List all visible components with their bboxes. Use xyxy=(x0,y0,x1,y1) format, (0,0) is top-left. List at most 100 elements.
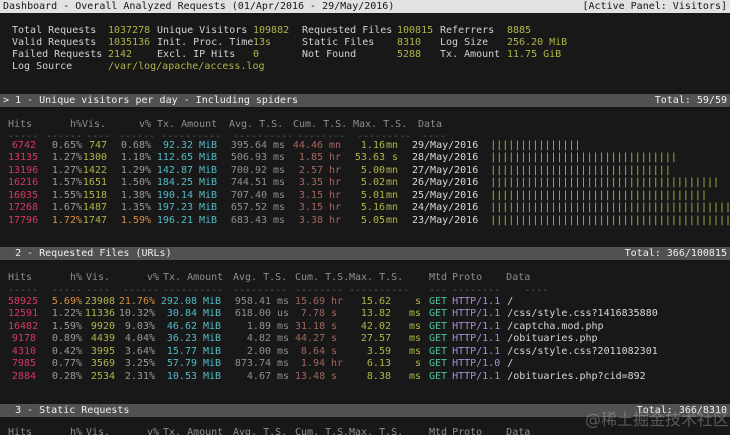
col-method: Mtd xyxy=(429,272,447,284)
hits-percent: 0.42% xyxy=(36,346,82,358)
max-ts-unit: ms xyxy=(391,346,421,358)
dashboard-title: Dashboard - Overall Analyzed Requests (0… xyxy=(3,0,394,13)
requested-files-table-row[interactable]: 7985 0.77% 3569 3.25% 57.79 MiB 873.74 m… xyxy=(0,358,730,370)
avg-ts-value: 506.93 xyxy=(223,152,267,164)
visitors-table-row[interactable]: 13196 1.27% 1422 1.29% 142.87 MiB 700.92… xyxy=(0,165,730,177)
summary-value: 109882 xyxy=(253,25,302,37)
hits-value: 17796 xyxy=(8,215,36,227)
hits-percent: 5.69% xyxy=(36,296,82,308)
date-value: 25/May/2016 xyxy=(412,190,478,202)
visitors-table-row[interactable]: 17796 1.72% 1747 1.59% 196.21 MiB 683.43… xyxy=(0,215,730,227)
col-max-ts: Max. T.S. xyxy=(343,427,421,435)
hits-percent: 1.55% xyxy=(36,190,82,202)
summary-label: Log Size xyxy=(440,37,507,49)
visitors-table-row[interactable]: 17268 1.67% 1487 1.35% 197.23 MiB 657.52… xyxy=(0,202,730,214)
summary-value: 13s xyxy=(253,37,302,49)
summary-row: Failed Requests2142Excl. IP Hits0Not Fou… xyxy=(0,49,730,61)
hits-percent: 0.89% xyxy=(36,333,82,345)
col-cum-ts: Cum. T.S. xyxy=(295,427,343,435)
goaccess-terminal: Dashboard - Overall Analyzed Requests (0… xyxy=(0,0,730,435)
summary-value: 256.20 MiB xyxy=(507,37,567,49)
visitors-table-row[interactable]: 16035 1.55% 1518 1.38% 190.14 MiB 707.40… xyxy=(0,190,730,202)
hits-value: 6742 xyxy=(8,140,36,152)
col-data: Data xyxy=(506,427,530,435)
max-ts-value: 3.59 xyxy=(349,346,391,358)
avg-ts-value: 683.43 xyxy=(223,215,267,227)
hits-value: 17268 xyxy=(8,202,36,214)
visitors-percent: 1.38% xyxy=(107,190,151,202)
col-avg-ts: Avg. T.S. xyxy=(229,427,295,435)
panel2-header[interactable]: 2 - Requested Files (URLs) Total: 366/10… xyxy=(0,247,730,260)
visitors-table-row[interactable]: 13135 1.27% 1300 1.18% 112.65 MiB 506.93… xyxy=(0,152,730,164)
date-value: 27/May/2016 xyxy=(412,165,478,177)
cum-ts-value: 2.57 xyxy=(291,165,323,177)
col-visitors: Vis. xyxy=(82,119,107,131)
summary-label: Valid Requests xyxy=(12,37,108,49)
col-hits-percent: h% xyxy=(36,427,82,435)
summary-value: 5288 xyxy=(397,49,440,61)
hits-value: 58925 xyxy=(8,296,36,308)
date-value: 23/May/2016 xyxy=(412,215,478,227)
summary-label: Unique Visitors xyxy=(157,25,253,37)
summary-value: 1035136 xyxy=(108,37,157,49)
tx-amount-value: 190.14 xyxy=(151,190,193,202)
avg-ts-value: 4.67 xyxy=(227,371,271,383)
avg-ts-unit: ms xyxy=(271,371,295,383)
requested-files-table-row[interactable]: 4310 0.42% 3995 3.64% 15.77 MiB 2.00 ms … xyxy=(0,346,730,358)
avg-ts-value: 657.52 xyxy=(223,202,267,214)
cum-ts-value: 3.38 xyxy=(291,215,323,227)
visitors-table-row[interactable]: 16216 1.57% 1651 1.50% 184.25 MiB 744.51… xyxy=(0,177,730,189)
http-protocol: HTTP/1.1 xyxy=(452,308,500,320)
active-panel-indicator: [Active Panel: Visitors] xyxy=(583,0,728,13)
tx-amount-value: 112.65 xyxy=(151,152,193,164)
summary-label: Init. Proc. Time xyxy=(157,37,253,49)
tx-amount-unit: MiB xyxy=(197,333,227,345)
visitors-percent: 1.35% xyxy=(107,202,151,214)
col-hits-percent: h% xyxy=(36,119,82,131)
tx-amount-unit: MiB xyxy=(193,190,223,202)
visitors-percent: 1.59% xyxy=(107,215,151,227)
summary-value: 0 xyxy=(253,49,302,61)
visitors-table-row[interactable]: 6742 0.65% 747 0.68% 92.32 MiB 395.64 ms… xyxy=(0,140,730,152)
panel1-header[interactable]: > 1 - Unique visitors per day - Includin… xyxy=(0,94,730,107)
cum-ts-unit: s xyxy=(325,321,349,333)
tx-amount-unit: MiB xyxy=(193,165,223,177)
max-ts-unit: mn xyxy=(385,165,398,177)
visitors-percent: 9.03% xyxy=(115,321,155,333)
summary-label: Tx. Amount xyxy=(440,49,507,61)
tx-amount-value: 30.84 xyxy=(155,308,197,320)
avg-ts-value: 744.51 xyxy=(223,177,267,189)
cum-ts-value: 31.18 xyxy=(295,321,325,333)
cum-ts-unit: s xyxy=(325,371,349,383)
visitors-value: 23908 xyxy=(82,296,115,308)
col-cum-ts: Cum. T.S. xyxy=(291,119,343,131)
http-method: GET xyxy=(429,371,447,383)
summary-label: Log Source xyxy=(12,61,108,73)
col-avg-ts: Avg. T.S. xyxy=(229,272,295,284)
http-protocol: HTTP/1.0 xyxy=(452,358,500,370)
avg-ts-value: 395.64 xyxy=(223,140,267,152)
max-ts-unit: mn xyxy=(385,140,398,152)
request-url: /captcha.mod.php xyxy=(507,321,603,333)
requested-files-table-row[interactable]: 58925 5.69% 23908 21.76% 292.08 MiB 958.… xyxy=(0,296,730,308)
request-url: /obituaries.php?cid=892 xyxy=(507,371,645,383)
http-method: GET xyxy=(429,296,447,308)
col-avg-ts: Avg. T.S. xyxy=(223,119,291,131)
max-ts-value: 1.16 xyxy=(347,140,385,152)
visitors-value: 1747 xyxy=(82,215,107,227)
tx-amount-value: 184.25 xyxy=(151,177,193,189)
cum-ts-unit: hr xyxy=(323,202,347,214)
summary-row: Total Requests1037278Unique Visitors1098… xyxy=(0,25,730,37)
max-ts-value: 53.63 xyxy=(347,152,385,164)
visitors-percent: 3.64% xyxy=(115,346,155,358)
panel2-table: 58925 5.69% 23908 21.76% 292.08 MiB 958.… xyxy=(0,296,730,383)
max-ts-unit: mn xyxy=(385,177,398,189)
hits-value: 2884 xyxy=(8,371,36,383)
requested-files-table-row[interactable]: 16482 1.59% 9920 9.03% 46.62 MiB 1.89 ms… xyxy=(0,321,730,333)
requested-files-table-row[interactable]: 12591 1.22% 11336 10.32% 30.84 MiB 618.0… xyxy=(0,308,730,320)
requested-files-table-row[interactable]: 9178 0.89% 4439 4.04% 36.23 MiB 4.82 ms … xyxy=(0,333,730,345)
histogram-bars: ||||||||||||||||||||||||||||||||||||||||… xyxy=(490,215,730,227)
requested-files-table-row[interactable]: 2884 0.28% 2534 2.31% 10.53 MiB 4.67 ms … xyxy=(0,371,730,383)
hits-percent: 0.28% xyxy=(36,371,82,383)
avg-ts-value: 1.89 xyxy=(227,321,271,333)
